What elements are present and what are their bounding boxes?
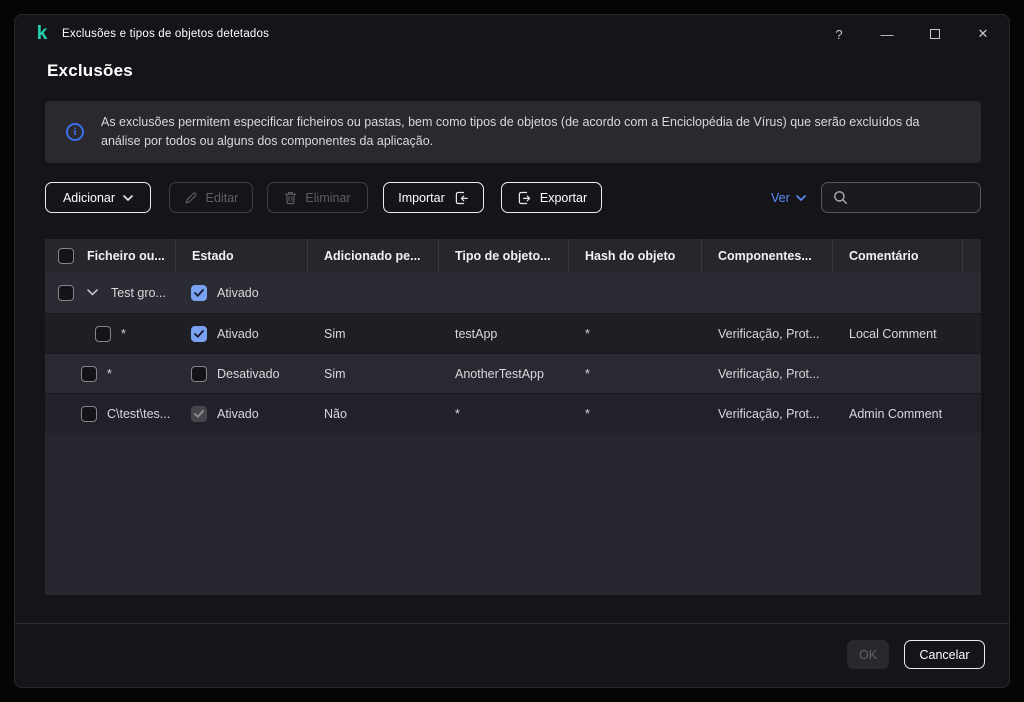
row-comment: Local Comment [833, 314, 963, 353]
search-icon [833, 190, 848, 205]
delete-button-label: Eliminar [305, 191, 350, 205]
row-added: Sim [308, 354, 439, 393]
view-dropdown-label: Ver [771, 191, 790, 205]
row-status-checkbox [191, 406, 207, 422]
header-hash[interactable]: Hash do objeto [569, 239, 702, 272]
minimize-button[interactable]: — [880, 27, 894, 41]
row-components: Verificação, Prot... [702, 354, 833, 393]
header-comment-label: Comentário [849, 249, 918, 263]
table-group-row[interactable]: Test gro... Ativado [45, 272, 981, 313]
row-file: * [107, 367, 112, 381]
kaspersky-logo-icon: k [33, 25, 51, 43]
table-row[interactable]: * Desativado Sim AnotherTestApp * Verifi… [45, 353, 981, 393]
export-icon [516, 190, 532, 206]
header-components-label: Componentes... [718, 249, 812, 263]
help-button[interactable]: ? [832, 27, 846, 41]
edit-button-label: Editar [206, 191, 239, 205]
header-added[interactable]: Adicionado pe... [308, 239, 439, 272]
exclusions-table: Ficheiro ou... Estado Adicionado pe... T… [45, 239, 981, 595]
row-hash: * [569, 394, 702, 433]
exclusions-window: k Exclusões e tipos de objetos detetados… [14, 14, 1010, 688]
header-type-label: Tipo de objeto... [455, 249, 551, 263]
row-checkbox[interactable] [81, 406, 97, 422]
delete-button[interactable]: Eliminar [267, 182, 368, 213]
view-dropdown[interactable]: Ver [771, 182, 806, 213]
info-icon: i [66, 123, 84, 141]
select-all-checkbox[interactable] [58, 248, 74, 264]
trash-icon [284, 191, 297, 205]
row-checkbox[interactable] [81, 366, 97, 382]
row-file: C\test\tes... [107, 407, 170, 421]
window-controls: ? — ✕ [832, 15, 990, 53]
import-icon [453, 190, 469, 206]
cancel-button[interactable]: Cancelar [904, 640, 985, 669]
row-comment [833, 354, 963, 393]
row-comment: Admin Comment [833, 394, 963, 433]
group-status-label: Ativado [217, 286, 259, 300]
footer-divider [15, 623, 1009, 624]
row-status-label: Desativado [217, 367, 280, 381]
header-hash-label: Hash do objeto [585, 249, 675, 263]
group-name: Test gro... [111, 286, 166, 300]
table-header-row: Ficheiro ou... Estado Adicionado pe... T… [45, 239, 981, 272]
group-row-checkbox[interactable] [58, 285, 74, 301]
import-button-label: Importar [398, 191, 445, 205]
header-file[interactable]: Ficheiro ou... [45, 239, 176, 272]
close-button[interactable]: ✕ [976, 27, 990, 41]
collapse-chevron-icon[interactable] [87, 289, 98, 296]
row-checkbox[interactable] [95, 326, 111, 342]
row-hash: * [569, 354, 702, 393]
header-comment[interactable]: Comentário [833, 239, 963, 272]
screen: k Exclusões e tipos de objetos detetados… [0, 0, 1024, 702]
info-banner-text: As exclusões permitem especificar fichei… [101, 113, 957, 152]
row-status-label: Ativado [217, 327, 259, 341]
row-components: Verificação, Prot... [702, 394, 833, 433]
row-status-label: Ativado [217, 407, 259, 421]
row-added: Sim [308, 314, 439, 353]
table-row[interactable]: C\test\tes... Ativado Não * * Verificaçã… [45, 393, 981, 433]
row-components: Verificação, Prot... [702, 314, 833, 353]
row-type: * [439, 394, 569, 433]
export-button-label: Exportar [540, 191, 587, 205]
row-status-checkbox[interactable] [191, 326, 207, 342]
header-file-label: Ficheiro ou... [87, 249, 165, 263]
row-type: testApp [439, 314, 569, 353]
ok-button[interactable]: OK [847, 640, 889, 669]
add-button[interactable]: Adicionar [45, 182, 151, 213]
export-button[interactable]: Exportar [501, 182, 602, 213]
row-added: Não [308, 394, 439, 433]
row-file: * [121, 327, 126, 341]
edit-button[interactable]: Editar [169, 182, 253, 213]
row-hash: * [569, 314, 702, 353]
add-button-label: Adicionar [63, 191, 115, 205]
import-button[interactable]: Importar [383, 182, 484, 213]
header-added-label: Adicionado pe... [324, 249, 421, 263]
maximize-button[interactable] [928, 27, 942, 41]
header-status-label: Estado [192, 249, 234, 263]
header-type[interactable]: Tipo de objeto... [439, 239, 569, 272]
search-input[interactable] [848, 191, 980, 205]
header-components[interactable]: Componentes... [702, 239, 833, 272]
row-type: AnotherTestApp [439, 354, 569, 393]
table-row[interactable]: * Ativado Sim testApp * Verificação, Pro… [45, 313, 981, 353]
pencil-icon [184, 191, 198, 205]
group-status-checkbox[interactable] [191, 285, 207, 301]
info-banner: i As exclusões permitem especificar fich… [45, 101, 981, 163]
page-title: Exclusões [47, 61, 133, 81]
header-status[interactable]: Estado [176, 239, 308, 272]
maximize-icon [930, 29, 940, 39]
search-box [821, 182, 981, 213]
window-title: Exclusões e tipos de objetos detetados [62, 28, 269, 40]
title-bar: k Exclusões e tipos de objetos detetados… [15, 15, 1009, 53]
header-spacer [963, 239, 981, 272]
chevron-down-icon [796, 195, 806, 201]
row-status-checkbox[interactable] [191, 366, 207, 382]
chevron-down-icon [123, 195, 133, 201]
